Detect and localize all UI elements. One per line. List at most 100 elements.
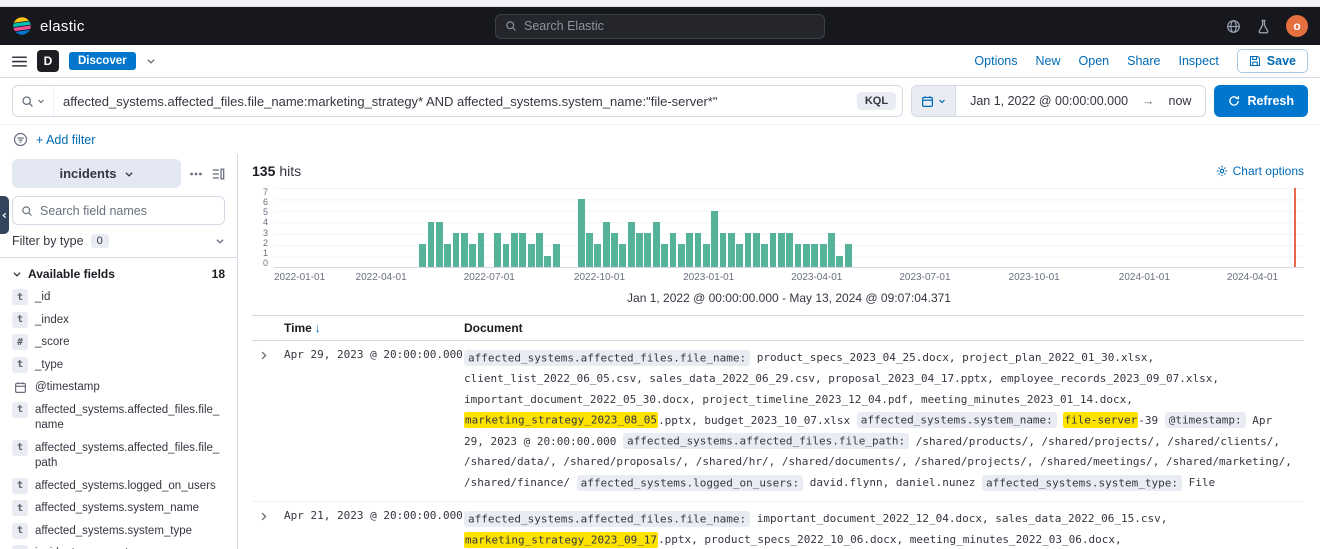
available-fields-label: Available fields [28, 267, 115, 281]
refresh-label: Refresh [1247, 94, 1294, 108]
histogram-bar [736, 244, 743, 267]
histogram-bar [728, 233, 735, 267]
field-item[interactable]: taffected_systems.affected_files.file_na… [12, 399, 225, 437]
filter-by-type-label: Filter by type [12, 234, 84, 248]
save-button[interactable]: Save [1237, 49, 1308, 73]
add-filter-button[interactable]: + Add filter [36, 133, 95, 147]
data-view-selector[interactable]: incidents [12, 159, 181, 188]
global-search[interactable] [495, 14, 825, 39]
global-search-input[interactable] [524, 19, 815, 33]
expand-row-icon[interactable] [258, 511, 269, 522]
y-tick-label: 2 [263, 239, 268, 248]
histogram-bar [419, 244, 426, 267]
global-header: elastic o [0, 7, 1320, 45]
data-view-name: incidents [59, 166, 116, 181]
field-item[interactable]: taffected_systems.affected_files.file_pa… [12, 437, 225, 475]
calendar-icon [12, 379, 28, 395]
doc-field-badge: affected_systems.system_type: [982, 475, 1182, 491]
doc-value: david.flynn, daniel.nunez [803, 476, 982, 489]
elastic-brand[interactable]: elastic [12, 16, 272, 36]
chart-options-label: Chart options [1233, 164, 1304, 178]
expand-row-icon[interactable] [258, 350, 269, 361]
field-item[interactable]: tincident_comments [12, 542, 225, 549]
field-search-input[interactable] [40, 204, 216, 218]
beaker-icon[interactable] [1256, 19, 1271, 34]
histogram-bar [461, 233, 468, 267]
histogram-bar [536, 233, 543, 267]
chart-options-button[interactable]: Chart options [1216, 164, 1304, 178]
text-field-icon: t [12, 523, 28, 539]
toolbar-link-inspect[interactable]: Inspect [1178, 54, 1218, 68]
field-item[interactable]: @timestamp [12, 376, 225, 399]
now-marker [1294, 188, 1296, 267]
field-list-toggle-icon[interactable] [211, 167, 225, 181]
elastic-logo-icon [12, 16, 32, 36]
date-range: Jan 1, 2022 @ 00:00:00.000 → now [956, 94, 1205, 108]
field-item[interactable]: taffected_systems.system_type [12, 520, 225, 543]
x-tick-label: 2023-07-01 [899, 272, 950, 283]
filter-menu-icon[interactable] [13, 132, 28, 147]
histogram-bar [436, 222, 443, 267]
histogram-bar [836, 256, 843, 267]
sort-descending-icon: ↓ [315, 321, 321, 335]
space-badge[interactable]: D [37, 50, 59, 72]
histogram-bar [678, 244, 685, 267]
histogram-bar [770, 233, 777, 267]
histogram-bar [828, 233, 835, 267]
date-end[interactable]: now [1169, 94, 1192, 108]
row-time: Apr 21, 2023 @ 20:00:00.000 [278, 502, 458, 549]
field-item[interactable]: t_type [12, 354, 225, 377]
histogram-bar [586, 233, 593, 267]
doc-field-badge: affected_systems.affected_files.file_nam… [464, 511, 750, 527]
refresh-button[interactable]: Refresh [1214, 85, 1308, 117]
available-fields-header[interactable]: Available fields 18 [12, 258, 225, 286]
toolbar-link-new[interactable]: New [1036, 54, 1061, 68]
time-column-header[interactable]: Time↓ [278, 316, 458, 341]
chevron-down-icon[interactable] [146, 56, 156, 66]
user-avatar[interactable]: o [1286, 15, 1308, 37]
histogram-bar [553, 244, 560, 267]
field-name: affected_systems.logged_on_users [35, 478, 216, 495]
text-field-icon: t [12, 357, 28, 373]
menu-icon[interactable] [12, 54, 27, 69]
field-item[interactable]: t_index [12, 309, 225, 332]
histogram-bar [469, 244, 476, 267]
date-start[interactable]: Jan 1, 2022 @ 00:00:00.000 [970, 94, 1128, 108]
y-tick-label: 5 [263, 208, 268, 217]
chart-plot[interactable] [274, 188, 1304, 268]
histogram-bar [761, 244, 768, 267]
toolbar-link-share[interactable]: Share [1127, 54, 1160, 68]
globe-icon[interactable] [1226, 19, 1241, 34]
search-icon [21, 205, 33, 217]
app-badge-discover[interactable]: Discover [69, 52, 136, 70]
fields-sidebar: incidents Filter by type 0 [0, 154, 238, 549]
expand-column-header [252, 316, 278, 341]
filter-by-type-button[interactable]: Filter by type 0 [12, 225, 225, 257]
saved-query-menu-button[interactable] [13, 86, 54, 116]
x-axis: 2022-01-012022-04-012022-07-012022-10-01… [274, 272, 1304, 286]
field-item[interactable]: taffected_systems.system_name [12, 497, 225, 520]
results-table: Time↓ Document Apr 29, 2023 @ 20:00:00.0… [252, 315, 1304, 549]
histogram-bar [511, 233, 518, 267]
field-item[interactable]: #_score [12, 331, 225, 354]
histogram-bar [745, 233, 752, 267]
query-language-button[interactable]: KQL [857, 92, 896, 110]
histogram-bar [628, 222, 635, 267]
field-item[interactable]: t_id [12, 286, 225, 309]
query-input[interactable]: affected_systems.affected_files.file_nam… [54, 94, 857, 109]
y-tick-label: 1 [263, 249, 268, 258]
row-document: affected_systems.affected_files.file_nam… [458, 341, 1304, 502]
toolbar-link-options[interactable]: Options [974, 54, 1017, 68]
field-item[interactable]: taffected_systems.logged_on_users [12, 475, 225, 498]
x-tick-label: 2023-10-01 [1009, 272, 1060, 283]
histogram-bar [695, 233, 702, 267]
histogram-bar [670, 233, 677, 267]
collapse-sidebar-handle[interactable] [0, 196, 9, 234]
boxes-horizontal-icon[interactable] [189, 167, 203, 181]
calendar-menu-button[interactable] [912, 86, 956, 116]
toolbar-link-open[interactable]: Open [1079, 54, 1110, 68]
date-picker-group: Jan 1, 2022 @ 00:00:00.000 → now [911, 85, 1206, 117]
x-tick-label: 2023-01-01 [683, 272, 734, 283]
text-field-icon: t [12, 402, 28, 418]
doc-field-badge: affected_systems.system_name: [857, 412, 1057, 428]
